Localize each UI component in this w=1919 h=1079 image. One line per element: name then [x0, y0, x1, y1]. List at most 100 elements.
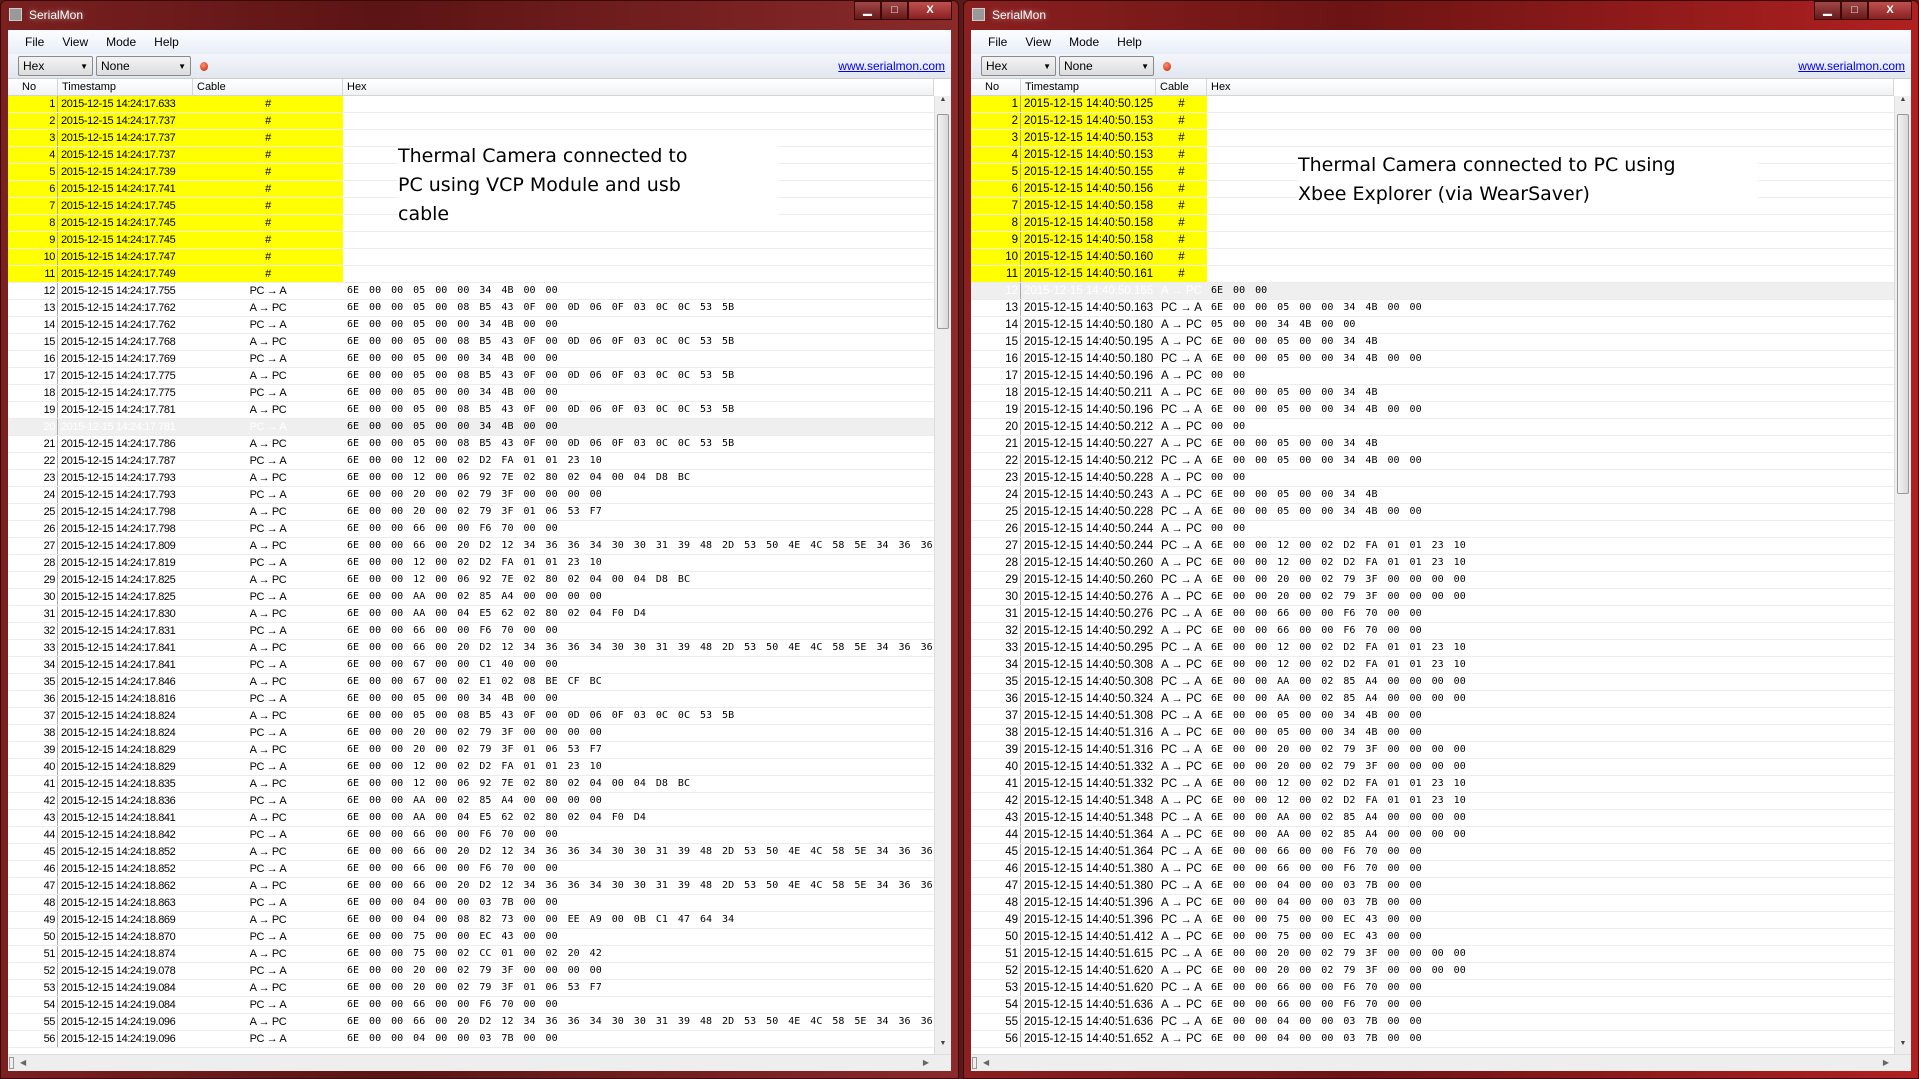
table-row[interactable]: 41 2015-12-15 14:24:18.835 A → PC 6E 00 00 … — [8, 776, 934, 793]
table-row[interactable]: 24 2015-12-15 14:24:17.793 PC → A 6E 00 00 … — [8, 487, 934, 504]
table-row[interactable]: 11 2015-12-15 14:40:50.161 # — [971, 266, 1894, 283]
table-row[interactable]: 46 2015-12-15 14:24:18.852 PC → A 6E 00 00 … — [8, 861, 934, 878]
table-row[interactable]: 10 2015-12-15 14:40:50.160 # — [971, 249, 1894, 266]
table-row[interactable]: 44 2015-12-15 14:40:51.364 A → PC 6E 00 00 … — [971, 827, 1894, 844]
table-row[interactable]: 56 2015-12-15 14:24:19.096 PC → A 6E 00 00 … — [8, 1031, 934, 1048]
table-row[interactable]: 9 2015-12-15 14:40:50.158 # — [971, 232, 1894, 249]
table-row[interactable]: 16 2015-12-15 14:24:17.769 PC → A 6E 00 00 … — [8, 351, 934, 368]
column-header-hex[interactable]: Hex — [1207, 79, 1894, 95]
table-row[interactable]: 18 2015-12-15 14:40:50.211 A → PC 6E 00 00 … — [971, 385, 1894, 402]
table-row[interactable]: 16 2015-12-15 14:40:50.180 PC → A 6E 00 00 … — [971, 351, 1894, 368]
menu-view[interactable]: View — [53, 35, 97, 49]
website-link[interactable]: www.serialmon.com — [838, 59, 945, 73]
table-row[interactable]: 40 2015-12-15 14:24:18.829 PC → A 6E 00 00 … — [8, 759, 934, 776]
table-row[interactable]: 3 2015-12-15 14:40:50.153 # — [971, 130, 1894, 147]
table-row[interactable]: 56 2015-12-15 14:40:51.652 A → PC 6E 00 00 … — [971, 1031, 1894, 1048]
table-row[interactable]: 31 2015-12-15 14:24:17.830 A → PC 6E 00 00 … — [8, 606, 934, 623]
menu-help[interactable]: Help — [145, 35, 188, 49]
table-row[interactable]: 34 2015-12-15 14:40:50.308 A → PC 6E 00 00 … — [971, 657, 1894, 674]
table-row[interactable]: 12 2015-12-15 14:24:17.755 PC → A 6E 00 00 … — [8, 283, 934, 300]
table-row[interactable]: 55 2015-12-15 14:40:51.636 PC → A 6E 00 00 … — [971, 1014, 1894, 1031]
table-row[interactable]: 15 2015-12-15 14:40:50.195 A → PC 6E 00 00 … — [971, 334, 1894, 351]
table-row[interactable]: 22 2015-12-15 14:40:50.212 PC → A 6E 00 00 … — [971, 453, 1894, 470]
table-row[interactable]: 36 2015-12-15 14:40:50.324 A → PC 6E 00 00 … — [971, 691, 1894, 708]
format-dropdown[interactable]: Hex ▼ — [18, 56, 93, 76]
filter-dropdown[interactable]: None ▼ — [1059, 56, 1154, 76]
table-row[interactable]: 15 2015-12-15 14:24:17.768 A → PC 6E 00 00 … — [8, 334, 934, 351]
table-row[interactable]: 52 2015-12-15 14:40:51.620 A → PC 6E 00 00 … — [971, 963, 1894, 980]
table-row[interactable]: 23 2015-12-15 14:24:17.793 A → PC 6E 00 00 … — [8, 470, 934, 487]
maximize-button[interactable]: □ — [1841, 1, 1868, 20]
table-row[interactable]: 42 2015-12-15 14:40:51.348 A → PC 6E 00 00 … — [971, 793, 1894, 810]
column-header-hex[interactable]: Hex — [343, 79, 934, 95]
table-row[interactable]: 37 2015-12-15 14:24:18.824 A → PC 6E 00 00 … — [8, 708, 934, 725]
table-row[interactable]: 36 2015-12-15 14:24:18.816 PC → A 6E 00 00 … — [8, 691, 934, 708]
table-row[interactable]: 1 2015-12-15 14:24:17.633 # — [8, 96, 934, 113]
vertical-scrollbar[interactable]: ▲ ▼ — [1894, 96, 1911, 1054]
table-row[interactable]: 50 2015-12-15 14:24:18.870 PC → A 6E 00 00 … — [8, 929, 934, 946]
table-row[interactable]: 10 2015-12-15 14:24:17.747 # — [8, 249, 934, 266]
title-bar[interactable]: SerialMon ▁ □ X — [964, 1, 1918, 29]
table-row[interactable]: 21 2015-12-15 14:40:50.227 A → PC 6E 00 00 … — [971, 436, 1894, 453]
minimize-button[interactable]: ▁ — [854, 1, 881, 20]
table-row[interactable]: 48 2015-12-15 14:24:18.863 PC → A 6E 00 00 … — [8, 895, 934, 912]
table-row[interactable]: 54 2015-12-15 14:24:19.084 PC → A 6E 00 00 … — [8, 997, 934, 1014]
close-button[interactable]: X — [908, 1, 952, 20]
website-link[interactable]: www.serialmon.com — [1798, 59, 1905, 73]
table-row[interactable]: 28 2015-12-15 14:24:17.819 PC → A 6E 00 00 … — [8, 555, 934, 572]
scroll-right-icon[interactable]: ▶ — [1883, 1058, 1889, 1067]
scroll-left-icon[interactable]: ◀ — [983, 1058, 989, 1067]
menu-file[interactable]: File — [979, 35, 1016, 49]
table-row[interactable]: 49 2015-12-15 14:24:18.869 A → PC 6E 00 00 … — [8, 912, 934, 929]
column-header-timestamp[interactable]: Timestamp — [58, 79, 193, 95]
table-row[interactable]: 49 2015-12-15 14:40:51.396 PC → A 6E 00 00 … — [971, 912, 1894, 929]
table-row[interactable]: 33 2015-12-15 14:40:50.295 PC → A 6E 00 00 … — [971, 640, 1894, 657]
table-row[interactable]: 41 2015-12-15 14:40:51.332 PC → A 6E 00 00 … — [971, 776, 1894, 793]
table-row[interactable]: 11 2015-12-15 14:24:17.749 # — [8, 266, 934, 283]
column-header-cable[interactable]: Cable — [1156, 79, 1207, 95]
table-row[interactable]: 24 2015-12-15 14:40:50.243 A → PC 6E 00 00 … — [971, 487, 1894, 504]
table-row[interactable]: 39 2015-12-15 14:40:51.316 PC → A 6E 00 00 … — [971, 742, 1894, 759]
table-row[interactable]: 40 2015-12-15 14:40:51.332 A → PC 6E 00 00 … — [971, 759, 1894, 776]
record-indicator-icon[interactable] — [1163, 61, 1171, 71]
table-row[interactable]: 14 2015-12-15 14:24:17.762 PC → A 6E 00 00 … — [8, 317, 934, 334]
table-row[interactable]: 13 2015-12-15 14:24:17.762 A → PC 6E 00 00 … — [8, 300, 934, 317]
horizontal-scrollbar[interactable]: ◀ ▶ — [971, 1054, 1911, 1071]
table-row[interactable]: 1 2015-12-15 14:40:50.125 # — [971, 96, 1894, 113]
column-header-no[interactable]: No — [971, 79, 1021, 95]
table-row[interactable]: 45 2015-12-15 14:40:51.364 PC → A 6E 00 00 … — [971, 844, 1894, 861]
menu-view[interactable]: View — [1016, 35, 1060, 49]
scroll-thumb[interactable] — [937, 114, 949, 329]
table-row[interactable]: 44 2015-12-15 14:24:18.842 PC → A 6E 00 00 … — [8, 827, 934, 844]
table-row[interactable]: 28 2015-12-15 14:40:50.260 A → PC 6E 00 00 … — [971, 555, 1894, 572]
table-row[interactable]: 19 2015-12-15 14:24:17.781 A → PC 6E 00 00 … — [8, 402, 934, 419]
table-row[interactable]: 29 2015-12-15 14:24:17.825 A → PC 6E 00 00 … — [8, 572, 934, 589]
table-row[interactable]: 48 2015-12-15 14:40:51.396 A → PC 6E 00 00 … — [971, 895, 1894, 912]
filter-dropdown[interactable]: None ▼ — [96, 56, 191, 76]
table-row[interactable]: 35 2015-12-15 14:40:50.308 PC → A 6E 00 00 … — [971, 674, 1894, 691]
minimize-button[interactable]: ▁ — [1814, 1, 1841, 20]
table-row[interactable]: 29 2015-12-15 14:40:50.260 PC → A 6E 00 00 … — [971, 572, 1894, 589]
table-row[interactable]: 37 2015-12-15 14:40:51.308 PC → A 6E 00 00 … — [971, 708, 1894, 725]
table-row[interactable]: 53 2015-12-15 14:24:19.084 A → PC 6E 00 00 … — [8, 980, 934, 997]
maximize-button[interactable]: □ — [881, 1, 908, 20]
table-row[interactable]: 55 2015-12-15 14:24:19.096 A → PC 6E 00 00 … — [8, 1014, 934, 1031]
table-row[interactable]: 47 2015-12-15 14:24:18.862 A → PC 6E 00 00 … — [8, 878, 934, 895]
record-indicator-icon[interactable] — [200, 61, 208, 71]
format-dropdown[interactable]: Hex ▼ — [981, 56, 1056, 76]
table-row[interactable]: 54 2015-12-15 14:40:51.636 A → PC 6E 00 00 … — [971, 997, 1894, 1014]
table-row[interactable]: 51 2015-12-15 14:40:51.615 PC → A 6E 00 00 … — [971, 946, 1894, 963]
scroll-left-icon[interactable]: ◀ — [20, 1058, 26, 1067]
scroll-right-icon[interactable]: ▶ — [923, 1058, 929, 1067]
table-row[interactable]: 26 2015-12-15 14:24:17.798 PC → A 6E 00 00 … — [8, 521, 934, 538]
table-row[interactable]: 32 2015-12-15 14:24:17.831 PC → A 6E 00 00 … — [8, 623, 934, 640]
title-bar[interactable]: SerialMon ▁ □ X — [1, 1, 958, 29]
column-header-timestamp[interactable]: Timestamp — [1021, 79, 1156, 95]
scroll-thumb[interactable] — [1897, 114, 1909, 494]
table-row[interactable]: 22 2015-12-15 14:24:17.787 PC → A 6E 00 00 … — [8, 453, 934, 470]
table-row[interactable]: 38 2015-12-15 14:40:51.316 A → PC 6E 00 00 … — [971, 725, 1894, 742]
table-row[interactable]: 20 2015-12-15 14:24:17.781 PC → A 6E 00 00 … — [8, 419, 934, 436]
table-row[interactable]: 27 2015-12-15 14:24:17.809 A → PC 6E 00 00 … — [8, 538, 934, 555]
table-row[interactable]: 26 2015-12-15 14:40:50.244 A → PC 00 00 — [971, 521, 1894, 538]
table-row[interactable]: 12 2015-12-15 14:40:50.165 A → PC 6E 00 00 — [971, 283, 1894, 300]
